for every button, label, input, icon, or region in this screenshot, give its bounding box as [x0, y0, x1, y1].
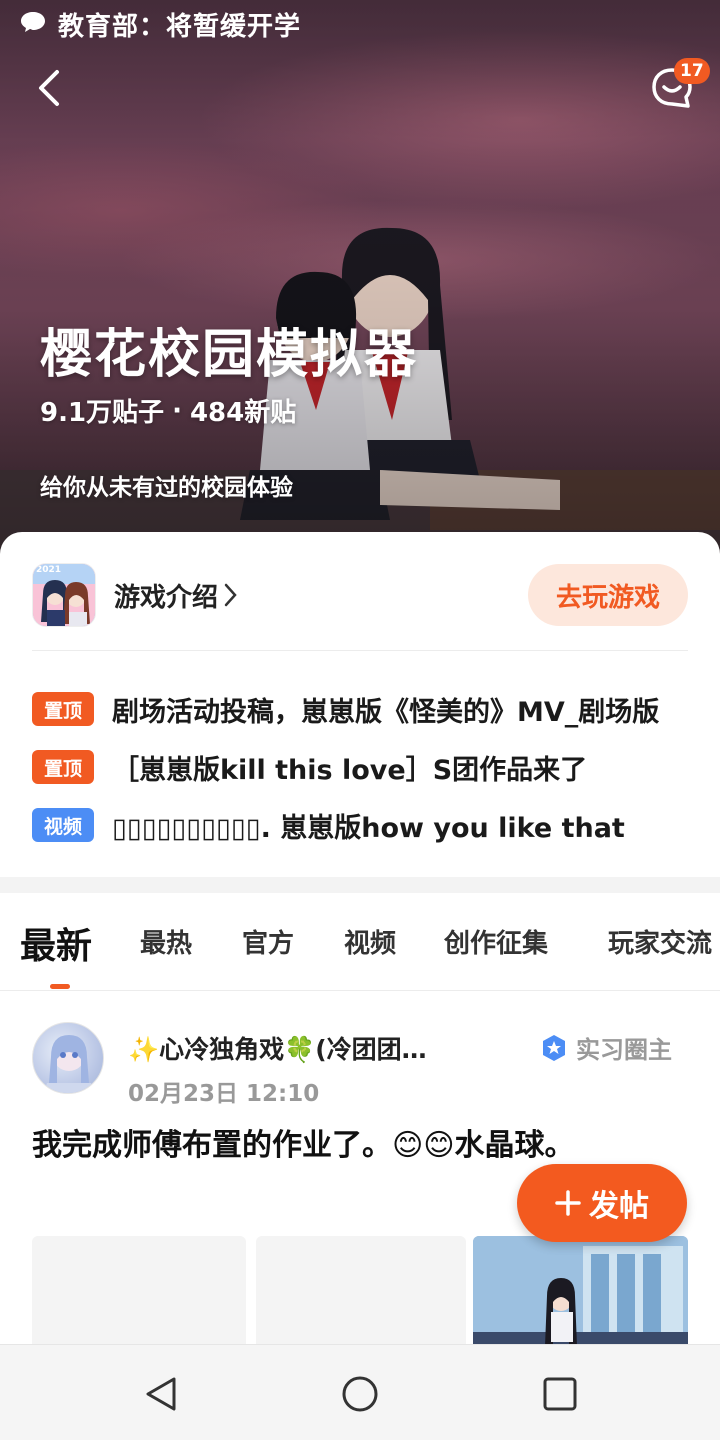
- video-tag: 视频: [32, 808, 94, 842]
- plus-icon: [555, 1190, 581, 1216]
- post-images: [32, 1236, 688, 1344]
- posts-count: 9.1万贴子: [40, 398, 165, 428]
- game-row: 2021 游戏介绍 去玩游戏: [32, 562, 688, 628]
- badge-star-icon: [543, 1034, 565, 1061]
- new-post-label: 发帖: [589, 1189, 649, 1224]
- avatar-art: [43, 1035, 95, 1093]
- status-bar: 教育部：将暂缓开学: [20, 6, 301, 42]
- pinned-list: 置顶 剧场活动投稿，崽崽版《怪美的》MV_剧场版 置顶 ［崽崽版kill thi…: [32, 680, 688, 854]
- pinned-tag: 置顶: [32, 750, 94, 784]
- pinned-item[interactable]: 视频 ▯▯▯▯▯▯▯▯▯▯. 崽崽版how you like that: [32, 796, 688, 854]
- post-body: 我完成师傅布置的作业了。😊😊水晶球。: [32, 1128, 575, 1163]
- game-app-icon[interactable]: 2021: [32, 563, 96, 627]
- pinned-title: 剧场活动投稿，崽崽版《怪美的》MV_剧场版: [112, 696, 660, 728]
- active-tab-indicator: [50, 984, 70, 989]
- category-tabs: 最新 最热 官方 视频 创作征集 玩家交流: [0, 893, 720, 991]
- chat-bubble-icon: [20, 10, 46, 38]
- post-image-placeholder[interactable]: [32, 1236, 246, 1344]
- system-navigation-bar: [0, 1344, 720, 1440]
- nav-back-button[interactable]: [134, 1367, 188, 1421]
- message-count-badge: 17: [674, 58, 710, 84]
- pinned-item[interactable]: 置顶 ［崽崽版kill this love］S团作品来了: [32, 738, 688, 796]
- pinned-item[interactable]: 置顶 剧场活动投稿，崽崽版《怪美的》MV_剧场版: [32, 680, 688, 738]
- chevron-right-icon: [224, 583, 237, 607]
- stats-separator: ·: [172, 395, 182, 426]
- back-triangle-icon: [146, 1377, 176, 1411]
- forum-description: 给你从未有过的校园体验: [40, 475, 293, 501]
- forum-info-card: 2021 游戏介绍 去玩游戏 置顶 剧场活动投稿，崽崽版《怪美的》MV_剧场版 …: [0, 532, 720, 877]
- author-name[interactable]: ✨心冷独角戏🍀(冷团团…: [128, 1030, 427, 1066]
- pinned-title: ［崽崽版kill this love］S团作品来了: [112, 754, 588, 786]
- author-role: 实习圈主: [540, 1030, 672, 1065]
- card-divider: [32, 650, 688, 651]
- game-icon-year: 2021: [36, 565, 62, 575]
- forum-title: 樱花校园模拟器: [40, 325, 419, 385]
- post-image[interactable]: [473, 1236, 688, 1344]
- tab-official[interactable]: 官方: [242, 923, 294, 960]
- pinned-title: ▯▯▯▯▯▯▯▯▯▯. 崽崽版how you like that: [112, 812, 625, 844]
- tab-creation[interactable]: 创作征集: [444, 923, 548, 960]
- tabs-divider: [0, 990, 720, 991]
- section-separator: [0, 877, 720, 893]
- post-image-placeholder[interactable]: [256, 1236, 466, 1344]
- tab-video[interactable]: 视频: [344, 923, 396, 960]
- notification-text: 教育部：将暂缓开学: [58, 11, 302, 42]
- back-button[interactable]: [26, 62, 74, 114]
- post-time: 02月23日 12:10: [128, 1081, 320, 1107]
- play-game-button[interactable]: 去玩游戏: [528, 564, 688, 626]
- tab-latest[interactable]: 最新: [20, 917, 92, 969]
- game-intro-label: 游戏介绍: [114, 582, 219, 613]
- tab-hot[interactable]: 最热: [140, 923, 192, 960]
- new-posts-count: 484新贴: [189, 398, 297, 428]
- forum-stats: 9.1万贴子 · 484新贴: [40, 392, 296, 429]
- post-image-art: [473, 1236, 688, 1344]
- new-post-button[interactable]: 发帖: [517, 1164, 687, 1242]
- tab-player-exchange[interactable]: 玩家交流: [608, 923, 712, 960]
- nav-recents-button[interactable]: [533, 1367, 587, 1421]
- game-intro-link[interactable]: 游戏介绍: [114, 577, 238, 614]
- author-role-label: 实习圈主: [576, 1036, 672, 1064]
- chevron-left-icon: [39, 70, 59, 106]
- recents-square-icon: [543, 1377, 577, 1411]
- nav-home-button[interactable]: [333, 1367, 387, 1421]
- avatar[interactable]: [32, 1022, 104, 1094]
- pinned-tag: 置顶: [32, 692, 94, 726]
- home-circle-icon: [342, 1376, 378, 1412]
